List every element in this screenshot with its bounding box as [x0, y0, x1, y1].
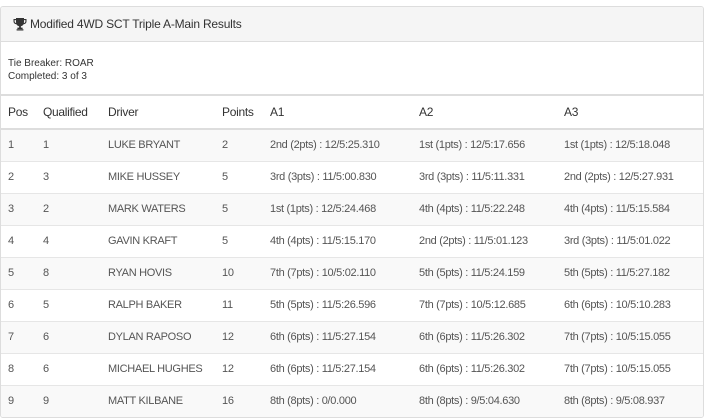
cell-points: 16: [222, 395, 234, 407]
cell-pos: 2: [8, 171, 14, 183]
cell-a3: 2nd (2pts) : 12/5:27.931: [564, 171, 674, 183]
cell-driver: MARK WATERS: [108, 203, 186, 215]
cell-a1: 2nd (2pts) : 12/5:25.310: [270, 139, 380, 152]
header-qualified: Qualified: [43, 105, 88, 119]
table-row: 5 8 RYAN HOVIS 10 7th (7pts) : 10/5:02.1…: [1, 257, 703, 289]
cell-a3: 7th (7pts) : 10/5:15.055: [564, 363, 671, 375]
cell-a1: 7th (7pts) : 10/5:02.110: [270, 267, 376, 279]
cell-qualified: 6: [43, 363, 49, 375]
cell-a3: 3rd (3pts) : 11/5:01.022: [564, 235, 671, 247]
cell-qualified: 3: [43, 171, 49, 183]
cell-driver: RYAN HOVIS: [108, 267, 172, 279]
header-driver: Driver: [108, 105, 139, 119]
tie-breaker-text: Tie Breaker: ROAR: [8, 58, 94, 69]
header-a2: A2: [419, 105, 434, 119]
cell-a2: 2nd (2pts) : 11/5:01.123: [419, 235, 528, 247]
panel-title: Modified 4WD SCT Triple A-Main Results: [30, 17, 242, 31]
cell-points: 11: [222, 299, 233, 311]
cell-a2: 3rd (3pts) : 11/5:11.331: [419, 171, 525, 183]
cell-driver: MATT KILBANE: [108, 395, 183, 407]
cell-points: 5: [222, 203, 228, 215]
cell-pos: 4: [8, 235, 14, 247]
cell-driver: MIKE HUSSEY: [108, 171, 180, 183]
cell-a2: 4th (4pts) : 11/5:22.248: [419, 203, 525, 215]
completed-text: Completed: 3 of 3: [8, 71, 87, 82]
cell-points: 12: [222, 363, 234, 375]
cell-a2: 1st (1pts) : 12/5:17.656: [419, 139, 525, 152]
cell-a2: 6th (6pts) : 11/5:26.302: [419, 363, 525, 375]
cell-a1: 4th (4pts) : 11/5:15.170: [270, 235, 376, 247]
cell-driver: LUKE BRYANT: [108, 139, 181, 152]
cell-a1: 1st (1pts) : 12/5:24.468: [270, 203, 376, 215]
cell-a1: 3rd (3pts) : 11/5:00.830: [270, 171, 377, 183]
table-row: 9 9 MATT KILBANE 16 8th (8pts) : 0/0.000…: [1, 385, 703, 417]
cell-a3: 8th (8pts) : 9/5:08.937: [564, 395, 665, 407]
cell-qualified: 2: [43, 203, 49, 215]
panel-heading: Modified 4WD SCT Triple A-Main Results: [1, 7, 703, 42]
cell-driver: GAVIN KRAFT: [108, 235, 178, 247]
cell-points: 5: [222, 171, 228, 183]
cell-a3: 5th (5pts) : 11/5:27.182: [564, 267, 670, 279]
cell-a1: 8th (8pts) : 0/0.000: [270, 395, 357, 407]
race-info: Tie Breaker: ROAR Completed: 3 of 3: [1, 42, 703, 94]
cell-pos: 6: [8, 299, 14, 311]
cell-a2: 8th (8pts) : 9/5:04.630: [419, 395, 520, 407]
cell-qualified: 9: [43, 395, 49, 407]
cell-driver: MICHAEL HUGHES: [108, 363, 203, 375]
trophy-icon: [13, 17, 27, 31]
table-row: 2 3 MIKE HUSSEY 5 3rd (3pts) : 11/5:00.8…: [1, 161, 703, 193]
cell-a1: 6th (6pts) : 11/5:27.154: [270, 331, 376, 343]
header-pos: Pos: [8, 105, 28, 119]
cell-pos: 1: [8, 139, 14, 152]
cell-driver: DYLAN RAPOSO: [108, 331, 192, 343]
cell-a1: 6th (6pts) : 11/5:27.154: [270, 363, 376, 375]
cell-qualified: 6: [43, 331, 49, 343]
cell-a3: 1st (1pts) : 12/5:18.048: [564, 139, 670, 152]
table-row: 4 4 GAVIN KRAFT 5 4th (4pts) : 11/5:15.1…: [1, 225, 703, 257]
cell-qualified: 1: [43, 139, 49, 152]
results-table: Pos Qualified Driver Points A1 A2 A3 1 1…: [1, 94, 703, 417]
table-row: 8 6 MICHAEL HUGHES 12 6th (6pts) : 11/5:…: [1, 353, 703, 385]
cell-a2: 5th (5pts) : 11/5:24.159: [419, 267, 525, 279]
header-points: Points: [222, 105, 254, 119]
table-row: 6 5 RALPH BAKER 11 5th (5pts) : 11/5:26.…: [1, 289, 703, 321]
cell-a3: 7th (7pts) : 10/5:15.055: [564, 331, 671, 343]
cell-a1: 5th (5pts) : 11/5:26.596: [270, 299, 376, 311]
cell-qualified: 8: [43, 267, 49, 279]
header-a1: A1: [270, 105, 285, 119]
cell-pos: 8: [8, 363, 14, 375]
table-row: 7 6 DYLAN RAPOSO 12 6th (6pts) : 11/5:27…: [1, 321, 703, 353]
cell-a3: 6th (6pts) : 10/5:10.283: [564, 299, 671, 311]
cell-a3: 4th (4pts) : 11/5:15.584: [564, 203, 670, 215]
cell-qualified: 4: [43, 235, 49, 247]
cell-points: 2: [222, 139, 228, 152]
table-header-row: Pos Qualified Driver Points A1 A2 A3: [1, 95, 703, 129]
cell-points: 5: [222, 235, 228, 247]
cell-pos: 3: [8, 203, 14, 215]
table-row: 3 2 MARK WATERS 5 1st (1pts) : 12/5:24.4…: [1, 193, 703, 225]
cell-pos: 7: [8, 331, 14, 343]
table-row: 1 1 LUKE BRYANT 2 2nd (2pts) : 12/5:25.3…: [1, 129, 703, 161]
cell-pos: 5: [8, 267, 14, 279]
cell-a2: 7th (7pts) : 10/5:12.685: [419, 299, 526, 311]
cell-qualified: 5: [43, 299, 49, 311]
cell-points: 12: [222, 331, 234, 343]
cell-driver: RALPH BAKER: [108, 299, 182, 311]
cell-pos: 9: [8, 395, 14, 407]
cell-a2: 6th (6pts) : 11/5:26.302: [419, 331, 525, 343]
header-a3: A3: [564, 105, 579, 119]
results-panel: Modified 4WD SCT Triple A-Main Results T…: [0, 6, 704, 418]
cell-points: 10: [222, 267, 234, 279]
